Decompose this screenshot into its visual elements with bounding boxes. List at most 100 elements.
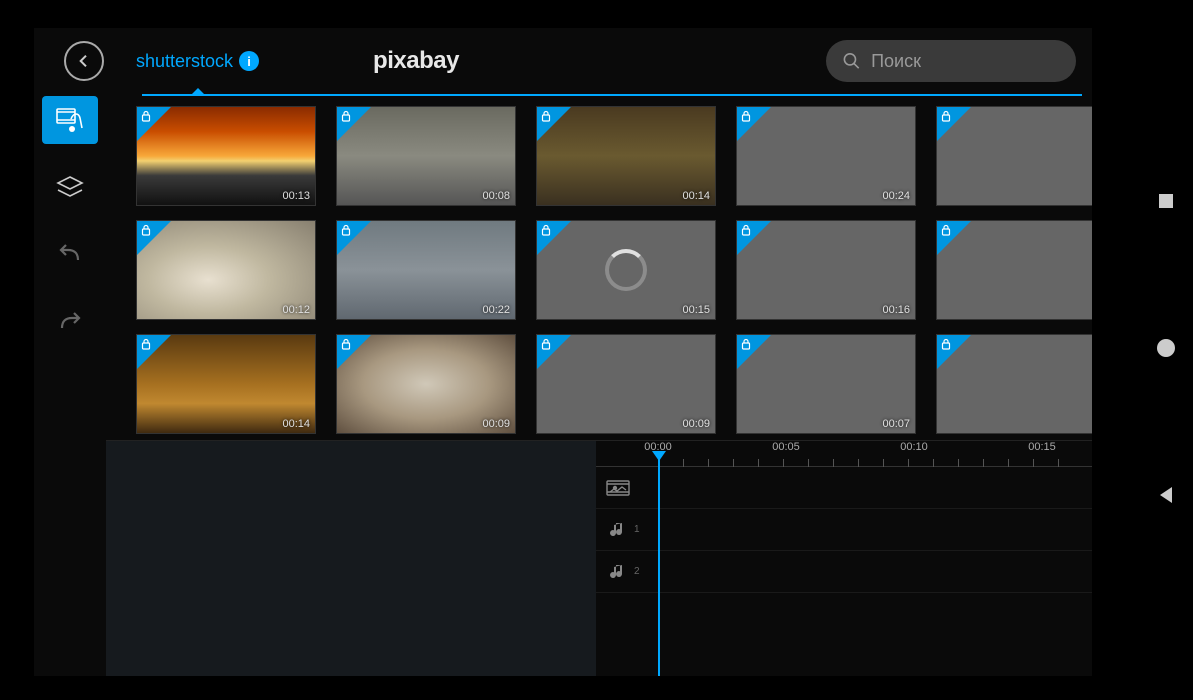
app-frame: shutterstock i pixabay bbox=[34, 28, 1092, 676]
undo-icon bbox=[54, 240, 86, 272]
layers-icon bbox=[54, 172, 86, 204]
ruler-tick bbox=[733, 459, 734, 467]
ruler-tick bbox=[883, 459, 884, 467]
track-video[interactable] bbox=[596, 467, 1092, 509]
ruler-tick bbox=[1008, 459, 1009, 467]
clip-grid-wrap: 00:13 00:08 00:14 00:24 00:12 bbox=[106, 96, 1092, 440]
ruler-tick bbox=[683, 459, 684, 467]
ruler-tick bbox=[1033, 459, 1034, 467]
playhead[interactable] bbox=[658, 459, 660, 676]
lock-icon bbox=[540, 110, 552, 125]
sidebar-item-media[interactable] bbox=[42, 96, 98, 144]
info-icon[interactable]: i bbox=[239, 51, 259, 71]
lock-icon bbox=[140, 110, 152, 125]
lock-icon bbox=[740, 224, 752, 239]
clip-item[interactable]: 00:09 bbox=[336, 334, 516, 434]
ruler-mark: 00:15 bbox=[1028, 441, 1056, 453]
track-audio[interactable]: 1 bbox=[596, 509, 1092, 551]
lock-icon bbox=[340, 224, 352, 239]
clip-duration: 00:22 bbox=[482, 304, 510, 316]
search-box[interactable] bbox=[826, 40, 1076, 82]
clip-item[interactable] bbox=[936, 334, 1092, 434]
sidebar-item-layers[interactable] bbox=[42, 164, 98, 212]
ruler-mark: 00:05 bbox=[772, 441, 800, 453]
lock-icon bbox=[540, 338, 552, 353]
clip-item[interactable]: 00:07 bbox=[736, 334, 916, 434]
nav-home-icon[interactable] bbox=[1155, 337, 1177, 364]
search-input[interactable] bbox=[871, 51, 1060, 72]
clip-item[interactable] bbox=[936, 106, 1092, 206]
lock-icon bbox=[340, 338, 352, 353]
ruler-tick bbox=[1058, 459, 1059, 467]
ruler-tick bbox=[708, 459, 709, 467]
source-tabs: shutterstock i pixabay bbox=[122, 28, 459, 94]
tab-shutterstock[interactable]: shutterstock i bbox=[122, 28, 273, 94]
ruler-tick bbox=[933, 459, 934, 467]
ruler-mark: 00:10 bbox=[900, 441, 928, 453]
clip-item[interactable]: 00:09 bbox=[536, 334, 716, 434]
clip-grid: 00:13 00:08 00:14 00:24 00:12 bbox=[136, 106, 1082, 434]
lock-icon bbox=[940, 224, 952, 239]
lock-icon bbox=[540, 224, 552, 239]
clip-duration: 00:16 bbox=[882, 304, 910, 316]
header: shutterstock i pixabay bbox=[34, 28, 1092, 94]
tab-label: pixabay bbox=[373, 47, 459, 74]
main-panel: 00:13 00:08 00:14 00:24 00:12 bbox=[106, 96, 1092, 676]
lock-icon bbox=[940, 338, 952, 353]
lock-icon bbox=[340, 110, 352, 125]
lock-icon bbox=[740, 110, 752, 125]
redo-icon bbox=[54, 308, 86, 340]
clip-item[interactable]: 00:08 bbox=[336, 106, 516, 206]
timeline-ruler[interactable]: 00:0000:0500:1000:15 bbox=[596, 441, 1092, 467]
system-nav bbox=[1145, 0, 1187, 700]
media-library-icon bbox=[54, 104, 86, 136]
nav-back-icon[interactable] bbox=[1156, 485, 1176, 510]
clip-item[interactable]: 00:15 bbox=[536, 220, 716, 320]
ruler-tick bbox=[983, 459, 984, 467]
clip-item[interactable]: 00:22 bbox=[336, 220, 516, 320]
clip-item[interactable]: 00:13 bbox=[136, 106, 316, 206]
lock-icon bbox=[140, 338, 152, 353]
track-number: 2 bbox=[634, 566, 640, 577]
nav-recent-icon[interactable] bbox=[1156, 191, 1176, 216]
timeline-bins bbox=[106, 441, 596, 676]
ruler-tick bbox=[783, 459, 784, 467]
ruler-tick bbox=[858, 459, 859, 467]
chevron-left-icon bbox=[76, 53, 92, 69]
clip-item[interactable] bbox=[936, 220, 1092, 320]
content: 00:13 00:08 00:14 00:24 00:12 bbox=[34, 96, 1092, 676]
clip-duration: 00:14 bbox=[682, 190, 710, 202]
clip-item[interactable]: 00:12 bbox=[136, 220, 316, 320]
clip-duration: 00:07 bbox=[882, 418, 910, 430]
clip-item[interactable]: 00:14 bbox=[136, 334, 316, 434]
clip-item[interactable]: 00:24 bbox=[736, 106, 916, 206]
timeline: 00:0000:0500:1000:15 12 bbox=[106, 440, 1092, 676]
clip-duration: 00:09 bbox=[682, 418, 710, 430]
ruler-tick bbox=[958, 459, 959, 467]
tab-label: shutterstock bbox=[136, 51, 233, 72]
sidebar-item-undo[interactable] bbox=[42, 232, 98, 280]
search-icon bbox=[842, 50, 861, 72]
lock-icon bbox=[740, 338, 752, 353]
lock-icon bbox=[940, 110, 952, 125]
sidebar bbox=[34, 96, 106, 676]
back-button[interactable] bbox=[64, 41, 104, 81]
video-track-icon bbox=[606, 476, 630, 500]
track-number: 1 bbox=[634, 524, 640, 535]
clip-item[interactable]: 00:16 bbox=[736, 220, 916, 320]
ruler-tick bbox=[908, 459, 909, 467]
clip-duration: 00:24 bbox=[882, 190, 910, 202]
clip-duration: 00:12 bbox=[282, 304, 310, 316]
clip-duration: 00:15 bbox=[682, 304, 710, 316]
clip-duration: 00:08 bbox=[482, 190, 510, 202]
clip-item[interactable]: 00:14 bbox=[536, 106, 716, 206]
audio-track-icon bbox=[606, 560, 630, 584]
tab-pixabay[interactable]: pixabay bbox=[373, 47, 459, 75]
sidebar-item-redo[interactable] bbox=[42, 300, 98, 348]
clip-duration: 00:14 bbox=[282, 418, 310, 430]
ruler-tick bbox=[758, 459, 759, 467]
ruler-tick bbox=[808, 459, 809, 467]
loading-spinner bbox=[605, 249, 647, 291]
track-audio[interactable]: 2 bbox=[596, 551, 1092, 593]
timeline-tracks-area[interactable]: 00:0000:0500:1000:15 12 bbox=[596, 441, 1092, 676]
